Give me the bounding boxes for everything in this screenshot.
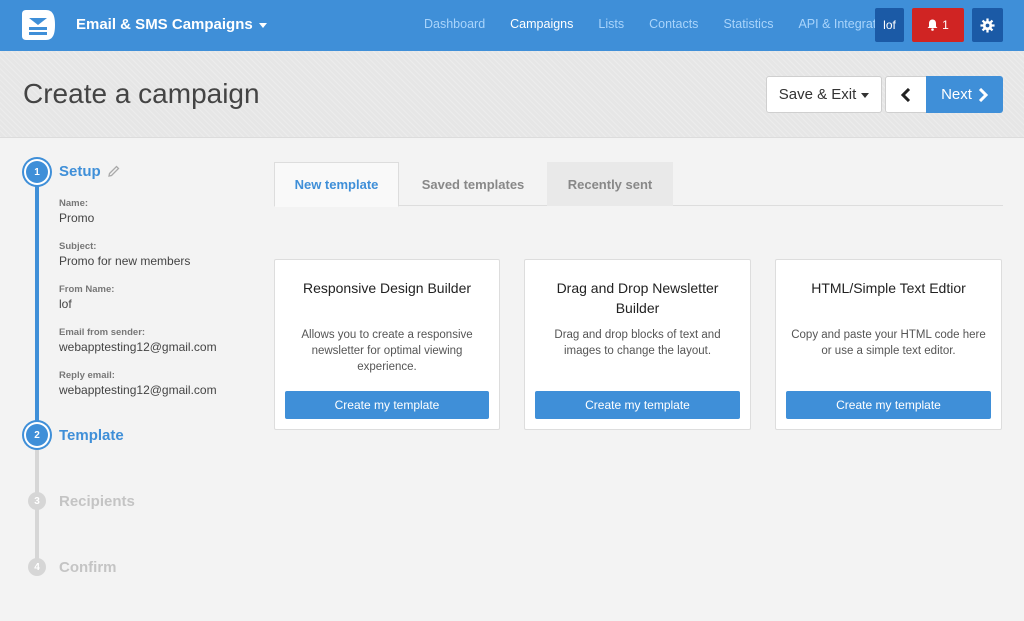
step-confirm: Confirm	[59, 559, 117, 576]
save-exit-button[interactable]: Save & Exit	[766, 76, 882, 113]
notifications-button[interactable]: 1	[912, 8, 964, 42]
subject-label: Subject:	[59, 241, 97, 252]
template-tabs: New template Saved templates Recently se…	[274, 162, 1003, 207]
create-template-button[interactable]: Create my template	[786, 391, 991, 419]
step-setup[interactable]: Setup	[59, 163, 120, 180]
app-title: Email & SMS Campaigns	[76, 16, 253, 33]
page-header: Create a campaign Save & Exit Next	[0, 51, 1024, 138]
reply-email-label: Reply email:	[59, 370, 115, 381]
nav-dashboard[interactable]: Dashboard	[424, 17, 485, 31]
sender-email-value: webapptesting12@gmail.com	[59, 340, 217, 354]
notification-count: 1	[942, 18, 949, 32]
step-setup-label: Setup	[59, 163, 101, 180]
next-label: Next	[941, 86, 972, 103]
card-description: Drag and drop blocks of text and images …	[554, 329, 721, 357]
user-name: lof	[883, 18, 896, 32]
card-title: Drag and Drop Newsletter Builder	[556, 280, 719, 316]
sender-email-label: Email from sender:	[59, 327, 146, 338]
next-button[interactable]: Next	[926, 76, 1003, 113]
tab-new-template[interactable]: New template	[274, 162, 399, 207]
bell-icon	[927, 19, 938, 31]
create-template-button[interactable]: Create my template	[285, 391, 489, 419]
card-description: Allows you to create a responsive newsle…	[301, 329, 473, 373]
create-template-button[interactable]: Create my template	[535, 391, 740, 419]
user-menu-button[interactable]: lof	[875, 8, 904, 42]
envelope-logo-icon[interactable]	[20, 8, 56, 42]
step-3-number: 3	[28, 492, 46, 510]
gear-icon	[980, 17, 995, 33]
subject-value: Promo for new members	[59, 254, 191, 268]
from-name-value: lof	[59, 297, 72, 311]
from-name-label: From Name:	[59, 284, 115, 295]
tab-recently-sent[interactable]: Recently sent	[547, 162, 673, 206]
nav-contacts[interactable]: Contacts	[649, 17, 698, 31]
step-template[interactable]: Template	[59, 427, 124, 444]
nav-campaigns[interactable]: Campaigns	[510, 17, 573, 31]
progress-rail-complete	[35, 182, 39, 426]
caret-down-icon	[258, 23, 267, 28]
pencil-icon[interactable]	[108, 165, 120, 177]
card-description: Copy and paste your HTML code here or us…	[791, 329, 986, 357]
previous-button[interactable]	[885, 76, 927, 113]
caret-down-icon	[861, 93, 870, 98]
chevron-left-icon	[901, 87, 911, 102]
card-html-text-editor: HTML/Simple Text Edtior Copy and paste y…	[775, 259, 1002, 430]
reply-email-value: webapptesting12@gmail.com	[59, 383, 217, 397]
step-2-number: 2	[26, 424, 48, 446]
step-4-number: 4	[28, 558, 46, 576]
save-exit-label: Save & Exit	[778, 86, 857, 103]
page-title: Create a campaign	[23, 78, 260, 109]
settings-button[interactable]	[972, 8, 1003, 42]
nav-statistics[interactable]: Statistics	[723, 17, 773, 31]
card-responsive-design-builder: Responsive Design Builder Allows you to …	[274, 259, 500, 430]
name-label: Name:	[59, 198, 89, 209]
step-recipients: Recipients	[59, 493, 135, 510]
card-title: Responsive Design Builder	[302, 280, 472, 296]
tab-saved-templates[interactable]: Saved templates	[399, 162, 547, 206]
top-navbar: Email & SMS Campaigns Dashboard Campaign…	[0, 0, 1024, 51]
name-value: Promo	[59, 211, 95, 225]
nav-lists[interactable]: Lists	[598, 17, 624, 31]
app-title-dropdown[interactable]: Email & SMS Campaigns	[76, 16, 267, 33]
step-1-number: 1	[26, 161, 48, 183]
main-nav: Dashboard Campaigns Lists Contacts Stati…	[424, 17, 893, 31]
card-drag-drop-builder: Drag and Drop Newsletter Builder Drag an…	[524, 259, 751, 430]
chevron-right-icon	[978, 87, 988, 102]
card-title: HTML/Simple Text Edtior	[811, 280, 966, 296]
